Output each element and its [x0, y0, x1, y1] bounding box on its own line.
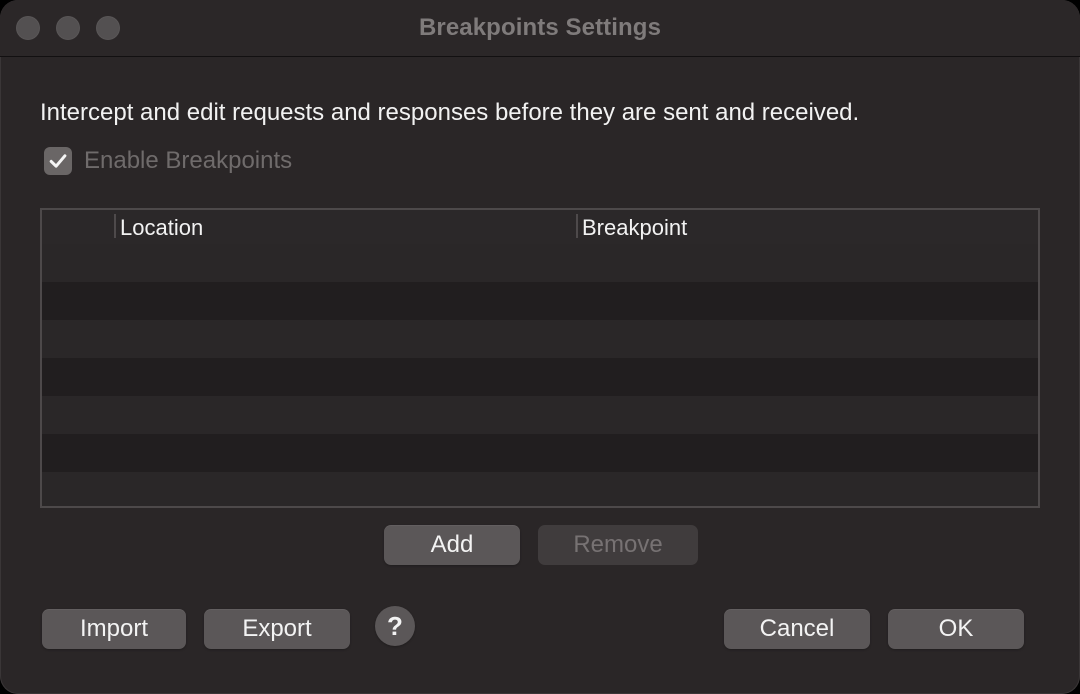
location-column-header[interactable]: Location [120, 215, 203, 241]
help-button[interactable]: ? [375, 606, 415, 646]
breakpoints-table[interactable]: Location Breakpoint [40, 208, 1040, 508]
window-title: Breakpoints Settings [418, 14, 662, 41]
remove-button: Remove [538, 525, 698, 565]
add-button[interactable]: Add [384, 525, 520, 565]
cancel-button[interactable]: Cancel [724, 609, 870, 649]
empty-table-row[interactable] [42, 434, 1038, 472]
empty-table-row[interactable] [42, 320, 1038, 358]
enable-breakpoints-label: Enable Breakpoints [84, 147, 293, 174]
enable-breakpoints-checkbox[interactable] [44, 147, 72, 175]
table-rows[interactable] [42, 244, 1038, 506]
question-mark-icon: ? [387, 611, 403, 641]
breakpoint-column-header[interactable]: Breakpoint [582, 215, 687, 241]
column-divider[interactable] [576, 214, 578, 238]
import-button[interactable]: Import [42, 609, 186, 649]
table-header: Location Breakpoint [42, 210, 1038, 246]
empty-table-row[interactable] [42, 472, 1038, 506]
breakpoints-settings-window: Breakpoints Settings Intercept and edit … [0, 0, 1080, 694]
enable-breakpoints-checkbox-row[interactable]: Enable Breakpoints [44, 146, 292, 176]
empty-table-row[interactable] [42, 358, 1038, 396]
title-bar: Breakpoints Settings [0, 0, 1080, 57]
ok-button[interactable]: OK [888, 609, 1024, 649]
empty-table-row[interactable] [42, 282, 1038, 320]
breakpoints-description: Intercept and edit requests and response… [40, 99, 860, 126]
empty-table-row[interactable] [42, 396, 1038, 434]
empty-table-row[interactable] [42, 244, 1038, 282]
export-button[interactable]: Export [204, 609, 350, 649]
column-divider[interactable] [114, 214, 116, 238]
checkmark-icon [49, 154, 67, 168]
